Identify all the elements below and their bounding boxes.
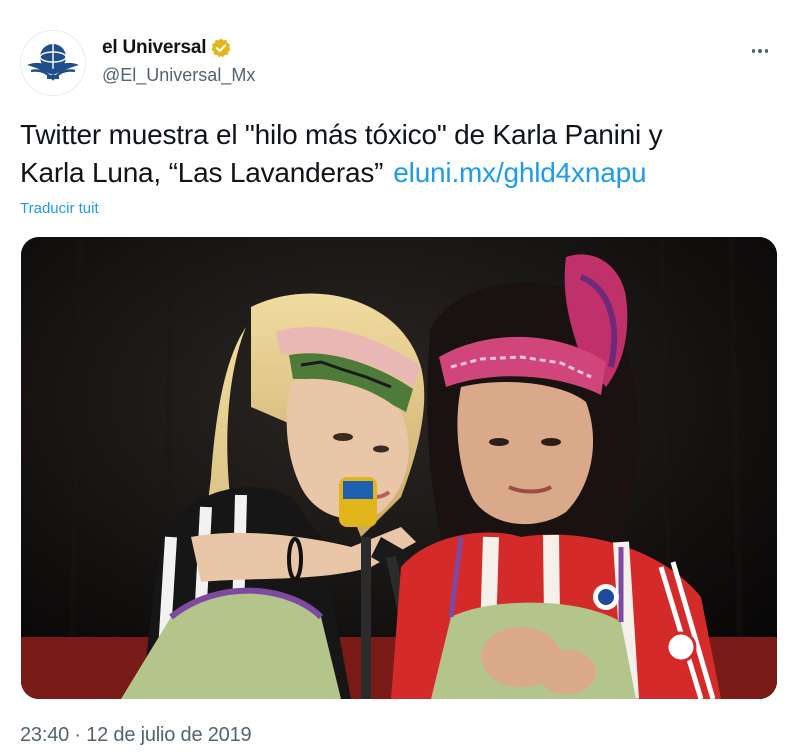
el-universal-logo-icon [21,31,85,95]
tweet-link[interactable]: eluni.mx/ghld4xnapu [393,157,646,188]
account-names: el Universal @El_Universal_Mx [102,36,255,86]
tweet-text: Twitter muestra el "hilo más tóxico" de … [20,116,780,192]
verified-badge-icon [210,37,232,59]
translate-tweet-link[interactable]: Traducir tuit [20,200,99,217]
tweet-text-line-2-text: Karla Luna, “Las Lavanderas” [20,157,384,188]
tweet-header: el Universal @El_Universal_Mx [20,30,780,96]
tweet-text-line-2: Karla Luna, “Las Lavanderas” eluni.mx/ghl… [20,154,780,192]
avatar[interactable] [20,30,86,96]
tweet-photo[interactable] [21,237,777,699]
display-name[interactable]: el Universal [102,37,206,59]
tweet-timestamp[interactable]: 23:40 · 12 de julio de 2019 [20,724,252,747]
tweet-text-line-1: Twitter muestra el "hilo más tóxico" de … [20,119,663,150]
more-options-icon[interactable] [746,40,774,62]
photo-two-performers-with-microphone [21,237,777,699]
display-name-row: el Universal [102,36,255,60]
account-handle[interactable]: @El_Universal_Mx [102,65,255,86]
